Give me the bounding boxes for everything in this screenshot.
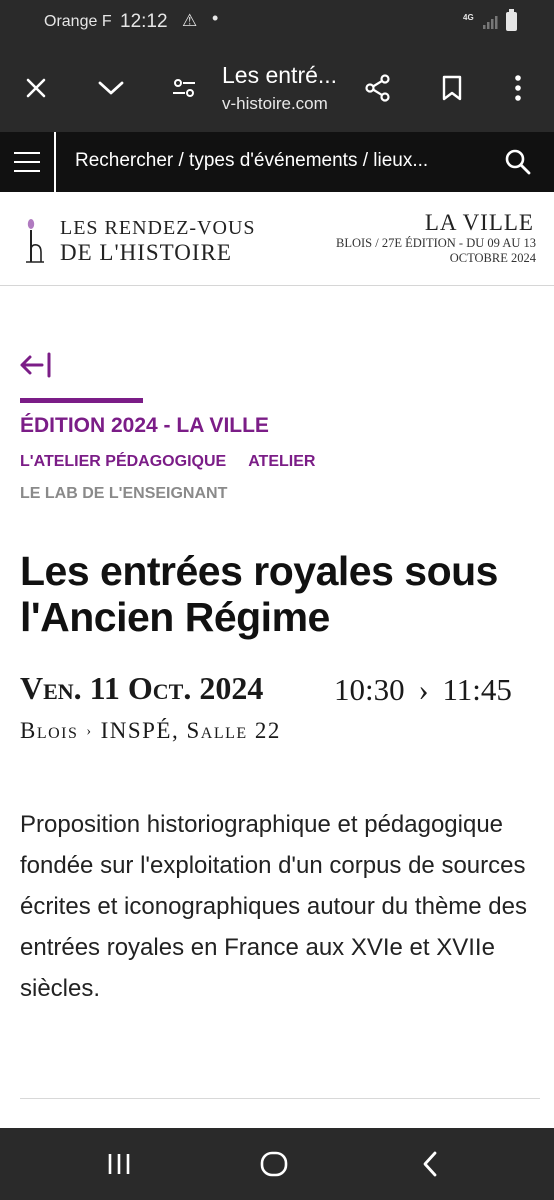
event-time: 10:30 › 11:45 <box>334 672 512 708</box>
home-icon[interactable] <box>254 1146 294 1182</box>
clock: 12:12 <box>120 11 168 32</box>
back-icon[interactable] <box>410 1146 450 1182</box>
site-search-bar: Rechercher / types d'événements / lieux.… <box>0 132 554 192</box>
warning-icon: ⚠ <box>182 11 198 30</box>
category-tag-atelier[interactable]: ATELIER <box>248 453 315 470</box>
more-vert-icon[interactable] <box>498 66 538 110</box>
edition-line2: octobre 2024 <box>449 251 536 265</box>
back-arrow-icon[interactable] <box>18 350 54 380</box>
chevron-down-icon[interactable] <box>91 66 131 110</box>
section-divider <box>20 1098 540 1099</box>
category-tags: L'ATELIER PÉDAGOGIQUE ATELIER <box>20 453 315 471</box>
event-title: Les entrées royales sous l'Ancien Régime <box>20 548 498 640</box>
edition-line1: Blois / 27e édition - du 09 au 13 <box>336 236 536 250</box>
notification-dot-icon: • <box>212 8 219 28</box>
time-start: 10:30 <box>334 672 405 707</box>
category-tag-lab[interactable]: LE LAB DE L'ENSEIGNANT <box>20 485 227 503</box>
time-arrow-icon: › <box>418 672 429 707</box>
url-text[interactable]: v-histoire.com <box>222 94 328 114</box>
signal-icon <box>483 16 498 29</box>
page-settings-icon[interactable] <box>164 66 204 110</box>
network-type: 4G <box>463 13 474 22</box>
logo-text-line2[interactable]: de l'Histoire <box>60 240 232 266</box>
location-venue: INSPÉ, Salle 22 <box>100 718 281 743</box>
tab-title[interactable]: Les entré... <box>222 62 337 89</box>
edition-tag[interactable]: ÉDITION 2024 - LA VILLE <box>20 414 269 438</box>
system-nav-bar <box>0 1128 554 1200</box>
event-date: Ven. 11 Oct. 2024 <box>20 670 264 706</box>
carrier-name: Orange F <box>44 13 112 30</box>
browser-toolbar: Les entré... v-histoire.com <box>0 46 554 132</box>
battery-icon <box>506 9 517 31</box>
accent-rule <box>20 398 143 403</box>
close-icon[interactable] <box>16 66 56 110</box>
event-location: Blois › INSPÉ, Salle 22 <box>20 718 281 744</box>
bookmark-icon[interactable] <box>432 66 472 110</box>
category-tag-atelier-pedagogique[interactable]: L'ATELIER PÉDAGOGIQUE <box>20 453 226 470</box>
edition-info: Blois / 27e édition - du 09 au 13 octobr… <box>296 236 536 266</box>
recent-apps-icon[interactable] <box>99 1146 139 1182</box>
status-bar: Orange F 12:12 ⚠ • 4G <box>0 0 554 46</box>
time-end: 11:45 <box>442 672 512 707</box>
site-header: Les Rendez-vous de l'Histoire La Ville B… <box>0 192 554 286</box>
logo-text-line1[interactable]: Les Rendez-vous <box>60 217 256 240</box>
share-icon[interactable] <box>358 66 398 110</box>
candle-logo-icon[interactable] <box>22 218 48 266</box>
hamburger-menu-icon[interactable] <box>0 132 56 192</box>
city-label: La Ville <box>424 210 534 235</box>
location-city: Blois <box>20 718 79 743</box>
search-input[interactable]: Rechercher / types d'événements / lieux.… <box>75 150 428 172</box>
event-description: Proposition historiographique et pédagog… <box>20 811 527 1002</box>
location-separator-icon: › <box>86 724 93 739</box>
search-icon[interactable] <box>500 144 536 180</box>
